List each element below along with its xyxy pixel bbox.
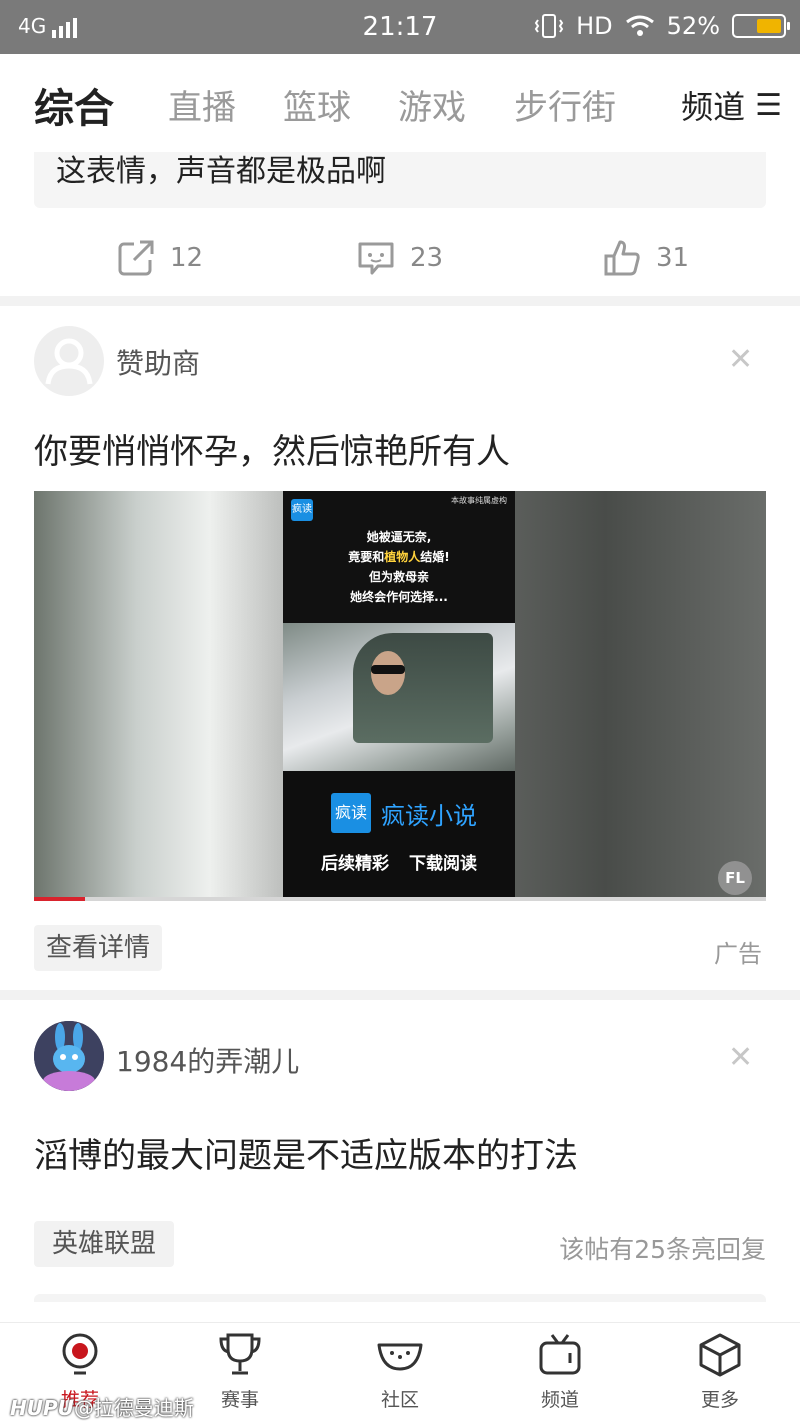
post-author[interactable]: 1984的弄潮儿 — [116, 1040, 299, 1080]
menu-icon: ☰ — [755, 87, 782, 123]
recommend-icon — [62, 1333, 98, 1375]
hd-label: HD — [576, 12, 613, 40]
card-divider — [0, 990, 800, 1000]
video-still-image — [283, 623, 515, 771]
nav-community-label: 社区 — [380, 1389, 419, 1411]
reply-info: 该帖有25条亮回复 — [559, 1235, 766, 1264]
channel-button[interactable]: 频道 ☰ — [681, 82, 782, 128]
quoted-reply[interactable]: 这表情，声音都是极品啊 — [34, 152, 766, 208]
thumbs-up-icon — [604, 240, 640, 276]
card-divider — [0, 296, 800, 306]
default-avatar-icon — [45, 338, 93, 385]
nav-events[interactable]: 赛事 — [180, 1331, 300, 1412]
watermark: HUPU@拉德曼迪斯 — [10, 1392, 194, 1421]
video-caption: 她被逼无奈, 竟要和植物人结婚! 但为救母亲 她终会作何选择... — [283, 527, 515, 607]
battery-percent: 52% — [666, 12, 720, 40]
video-frame: 疯读 本故事纯属虚构 她被逼无奈, 竟要和植物人结婚! 但为救母亲 她终会作何选… — [283, 491, 515, 901]
like-count: 31 — [656, 243, 690, 273]
tv-icon — [539, 1334, 581, 1375]
sponsor-avatar[interactable] — [34, 326, 104, 396]
channel-label: 频道 — [681, 88, 746, 126]
tab-live[interactable]: 直播 — [168, 80, 236, 129]
cube-icon — [699, 1333, 741, 1377]
app-name: 疯读小说 — [381, 801, 477, 830]
comment-count: 23 — [410, 243, 444, 273]
tab-basketball[interactable]: 篮球 — [283, 80, 351, 129]
app-brand: 疯读 疯读小说 — [331, 793, 477, 833]
trophy-icon — [219, 1333, 261, 1375]
nav-channels-label: 频道 — [540, 1389, 579, 1411]
ad-label: 广告 — [714, 940, 762, 968]
nav-more-label: 更多 — [700, 1389, 739, 1411]
next-card-edge — [34, 1294, 766, 1302]
video-progress-fill — [34, 897, 86, 901]
post-actions: 12 23 31 — [0, 232, 800, 292]
ad-video[interactable]: 疯读 本故事纯属虚构 她被逼无奈, 竟要和植物人结婚! 但为救母亲 她终会作何选… — [34, 491, 766, 901]
topic-tag[interactable]: 英雄联盟 — [34, 1221, 175, 1267]
nav-channels[interactable]: 频道 — [500, 1331, 620, 1412]
vibrate-icon — [534, 14, 564, 38]
view-details-button[interactable]: 查看详情 — [34, 925, 163, 971]
user-avatar[interactable] — [34, 1021, 104, 1091]
fl-badge: FL — [718, 861, 752, 895]
video-cta: 后续精彩 下载阅读 — [321, 854, 477, 874]
caption-line-3: 但为救母亲 — [368, 570, 429, 584]
watermelon-icon — [377, 1343, 423, 1371]
status-right: HD 52% — [534, 12, 790, 40]
close-icon[interactable]: ✕ — [728, 342, 753, 377]
caption-line-2: 竟要和植物人结婚! — [348, 550, 450, 564]
rabbit-avatar-icon — [34, 1021, 104, 1091]
video-progress-bar[interactable] — [34, 897, 766, 901]
like-button[interactable]: 31 — [602, 238, 689, 278]
status-bar: 4G 21:17 HD 52% — [0, 0, 800, 54]
tab-street[interactable]: 步行街 — [514, 80, 616, 129]
wifi-icon — [625, 15, 654, 36]
battery-icon — [732, 14, 790, 38]
tab-zonghe[interactable]: 综合 — [34, 76, 114, 134]
tab-games[interactable]: 游戏 — [398, 80, 466, 129]
post-title[interactable]: 滔博的最大问题是不适应版本的打法 — [34, 1128, 578, 1177]
share-button[interactable]: 12 — [116, 238, 203, 278]
watermark-handle: @拉德曼迪斯 — [73, 1396, 194, 1420]
watermark-brand: HUPU — [10, 1396, 74, 1420]
nav-events-label: 赛事 — [220, 1389, 259, 1411]
close-icon[interactable]: ✕ — [728, 1040, 753, 1075]
caption-line-1: 她被逼无奈, — [366, 530, 432, 544]
quoted-reply-text: 这表情，声音都是极品啊 — [56, 154, 386, 189]
sponsor-name[interactable]: 赞助商 — [116, 342, 200, 382]
comment-button[interactable]: 23 — [356, 238, 443, 278]
ad-title[interactable]: 你要悄悄怀孕，然后惊艳所有人 — [34, 424, 510, 473]
share-count: 12 — [170, 243, 204, 273]
app-logo: 疯读 — [331, 793, 371, 833]
comment-icon — [358, 242, 394, 275]
nav-community[interactable]: 社区 — [340, 1331, 460, 1412]
app-logo-small: 疯读 — [291, 499, 313, 521]
caption-line-4: 她终会作何选择... — [350, 590, 448, 604]
top-nav: 综合 直播 篮球 游戏 步行街 频道 ☰ — [0, 54, 800, 154]
video-disclaimer: 本故事纯属虚构 — [451, 496, 507, 505]
nav-more[interactable]: 更多 — [660, 1331, 780, 1412]
share-icon — [118, 240, 154, 276]
